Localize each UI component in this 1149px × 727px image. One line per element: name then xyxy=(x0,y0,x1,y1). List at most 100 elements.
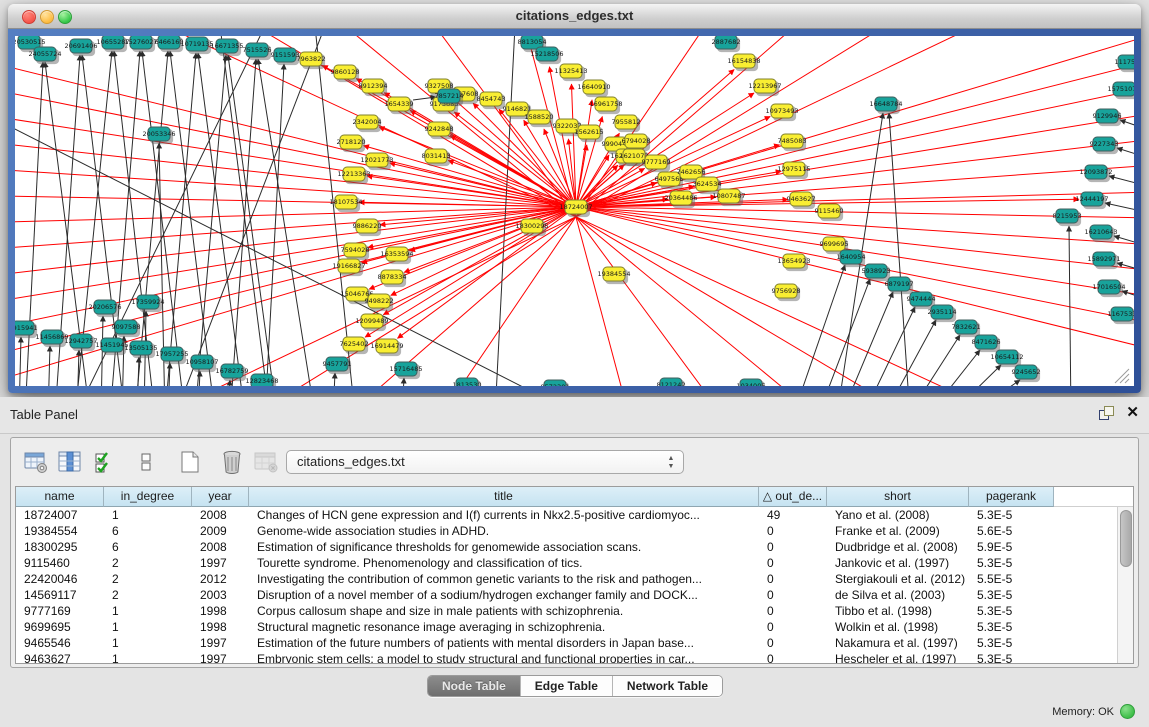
close-panel-icon[interactable]: ✕ xyxy=(1126,405,1139,421)
cell-out_de[interactable]: 0 xyxy=(759,651,827,664)
vertical-scrollbar[interactable] xyxy=(1117,507,1133,663)
graph-node[interactable]: 9886220 xyxy=(353,219,382,236)
cell-pagerank[interactable]: 5.3E-5 xyxy=(969,507,1054,523)
table-selector-dropdown[interactable]: citations_edges.txt ▲▼ xyxy=(286,450,684,474)
graph-node[interactable]: 16671355 xyxy=(210,39,243,56)
graph-node[interactable]: 16640910 xyxy=(577,80,610,97)
cell-in_degree[interactable]: 1 xyxy=(104,635,192,651)
cell-year[interactable]: 1998 xyxy=(192,603,249,619)
graph-node[interactable]: 18107534 xyxy=(329,195,362,212)
cell-year[interactable]: 1997 xyxy=(192,555,249,571)
cell-in_degree[interactable]: 1 xyxy=(104,651,192,664)
graph-node[interactable]: 7594028 xyxy=(341,243,370,260)
table-row[interactable]: 1872400712008Changes of HCN gene express… xyxy=(16,507,1133,523)
column-header-name[interactable]: name xyxy=(16,487,104,507)
graph-node[interactable]: 9777169 xyxy=(642,155,671,172)
table-row[interactable]: 911546021997Tourette syndrome. Phenomeno… xyxy=(16,555,1133,571)
cell-in_degree[interactable]: 1 xyxy=(104,619,192,635)
graph-edge[interactable] xyxy=(1120,120,1134,132)
graph-node[interactable]: 9474444 xyxy=(907,292,936,309)
graph-node[interactable]: 24055724 xyxy=(28,47,61,64)
graph-node[interactable]: 15751074 xyxy=(1107,82,1134,99)
cell-name[interactable]: 19384554 xyxy=(16,523,104,539)
graph-node[interactable]: 20691406 xyxy=(64,39,97,56)
graph-node[interactable]: 9457791 xyxy=(323,357,352,374)
graph-node[interactable]: 7515526 xyxy=(243,43,272,60)
cell-out_de[interactable]: 0 xyxy=(759,587,827,603)
graph-node[interactable]: 12823468 xyxy=(245,374,278,386)
graph-node[interactable]: 16353594 xyxy=(380,247,413,264)
cell-out_de[interactable]: 0 xyxy=(759,571,827,587)
graph-edge[interactable] xyxy=(576,100,592,207)
table-row[interactable]: 946554611997Estimation of the future num… xyxy=(16,635,1133,651)
graph-edge[interactable] xyxy=(1109,176,1134,188)
graph-edge[interactable] xyxy=(889,113,910,386)
graph-edge[interactable] xyxy=(1105,203,1134,214)
cell-out_de[interactable]: 0 xyxy=(759,603,827,619)
graph-node[interactable]: 12093872 xyxy=(1079,165,1112,182)
cell-title[interactable]: Investigating the contribution of common… xyxy=(249,571,759,587)
graph-node[interactable]: 19384554 xyxy=(597,267,630,284)
graph-edge[interactable] xyxy=(333,373,335,386)
graph-node[interactable]: 1562615 xyxy=(575,125,604,142)
table-column-button[interactable] xyxy=(55,447,85,477)
graph-node[interactable]: 7955812 xyxy=(612,115,641,132)
cell-name[interactable]: 18724007 xyxy=(16,507,104,523)
cell-in_degree[interactable]: 1 xyxy=(104,507,192,523)
cell-short[interactable]: Stergiakouli et al. (2012) xyxy=(827,571,969,587)
cell-pagerank[interactable]: 5.3E-5 xyxy=(969,619,1054,635)
graph-edge[interactable] xyxy=(1117,148,1134,160)
table-row[interactable]: 2242004622012Investigating the contribut… xyxy=(16,571,1133,587)
graph-node[interactable]: 8215953 xyxy=(1053,209,1082,226)
cell-in_degree[interactable]: 2 xyxy=(104,571,192,587)
tab-edge-table[interactable]: Edge Table xyxy=(521,676,613,696)
graph-node[interactable]: 7832621 xyxy=(952,320,981,337)
graph-node[interactable]: 17957255 xyxy=(155,347,188,364)
graph-node[interactable]: 8912394 xyxy=(359,79,388,96)
cell-out_de[interactable]: 49 xyxy=(759,507,827,523)
graph-edge[interactable] xyxy=(1114,236,1134,248)
graph-edge[interactable] xyxy=(170,51,215,386)
graph-node[interactable]: 1813530 xyxy=(453,378,482,386)
graph-node[interactable]: 9756928 xyxy=(772,284,801,301)
cell-name[interactable]: 9115460 xyxy=(16,555,104,571)
graph-edge[interactable] xyxy=(137,357,139,386)
graph-node[interactable]: 16648784 xyxy=(869,97,902,114)
cell-short[interactable]: Hescheler et al. (1997) xyxy=(827,651,969,664)
cell-title[interactable]: Tourette syndrome. Phenomenology and cla… xyxy=(249,555,759,571)
cell-short[interactable]: Nakamura et al. (1997) xyxy=(827,635,969,651)
cell-year[interactable]: 1997 xyxy=(192,651,249,664)
table-settings-button[interactable] xyxy=(21,447,51,477)
graph-edge[interactable] xyxy=(908,335,960,386)
cell-short[interactable]: de Silva et al. (2003) xyxy=(827,587,969,603)
cell-year[interactable]: 1997 xyxy=(192,635,249,651)
minimize-window-button[interactable] xyxy=(40,10,54,24)
cell-short[interactable]: Franke et al. (2009) xyxy=(827,523,969,539)
graph-node[interactable]: 8454743 xyxy=(477,92,506,109)
graph-node[interactable]: 11325413 xyxy=(554,64,587,81)
cell-in_degree[interactable]: 1 xyxy=(104,603,192,619)
graph-edge[interactable] xyxy=(195,55,226,386)
graph-node[interactable]: 16961758 xyxy=(589,97,622,114)
graph-node[interactable]: 9242848 xyxy=(425,122,454,139)
graph-edge[interactable] xyxy=(391,207,576,295)
cell-pagerank[interactable]: 5.3E-5 xyxy=(969,651,1054,664)
cell-pagerank[interactable]: 5.9E-5 xyxy=(969,539,1054,555)
cell-short[interactable]: Dudbridge et al. (2008) xyxy=(827,539,969,555)
graph-node[interactable]: 1588520 xyxy=(525,110,554,127)
cell-pagerank[interactable]: 5.3E-5 xyxy=(969,603,1054,619)
cell-name[interactable]: 14569117 xyxy=(16,587,104,603)
graph-edge[interactable] xyxy=(397,207,576,338)
cell-in_degree[interactable]: 6 xyxy=(104,539,192,555)
cell-title[interactable]: Estimation of the future numbers of pati… xyxy=(249,635,759,651)
graph-node[interactable]: 7485083 xyxy=(778,134,807,151)
canvas-resize-grip[interactable] xyxy=(1120,374,1129,383)
graph-node[interactable]: 20206576 xyxy=(88,300,121,317)
graph-node[interactable]: 16914479 xyxy=(370,339,403,356)
graph-node[interactable]: 9245652 xyxy=(1012,365,1041,382)
cell-out_de[interactable]: 0 xyxy=(759,555,827,571)
table-row[interactable]: 969969511998Structural magnetic resonanc… xyxy=(16,619,1133,635)
graph-node[interactable]: 17359924 xyxy=(131,295,164,312)
cell-in_degree[interactable]: 2 xyxy=(104,555,192,571)
cell-pagerank[interactable]: 5.3E-5 xyxy=(969,555,1054,571)
